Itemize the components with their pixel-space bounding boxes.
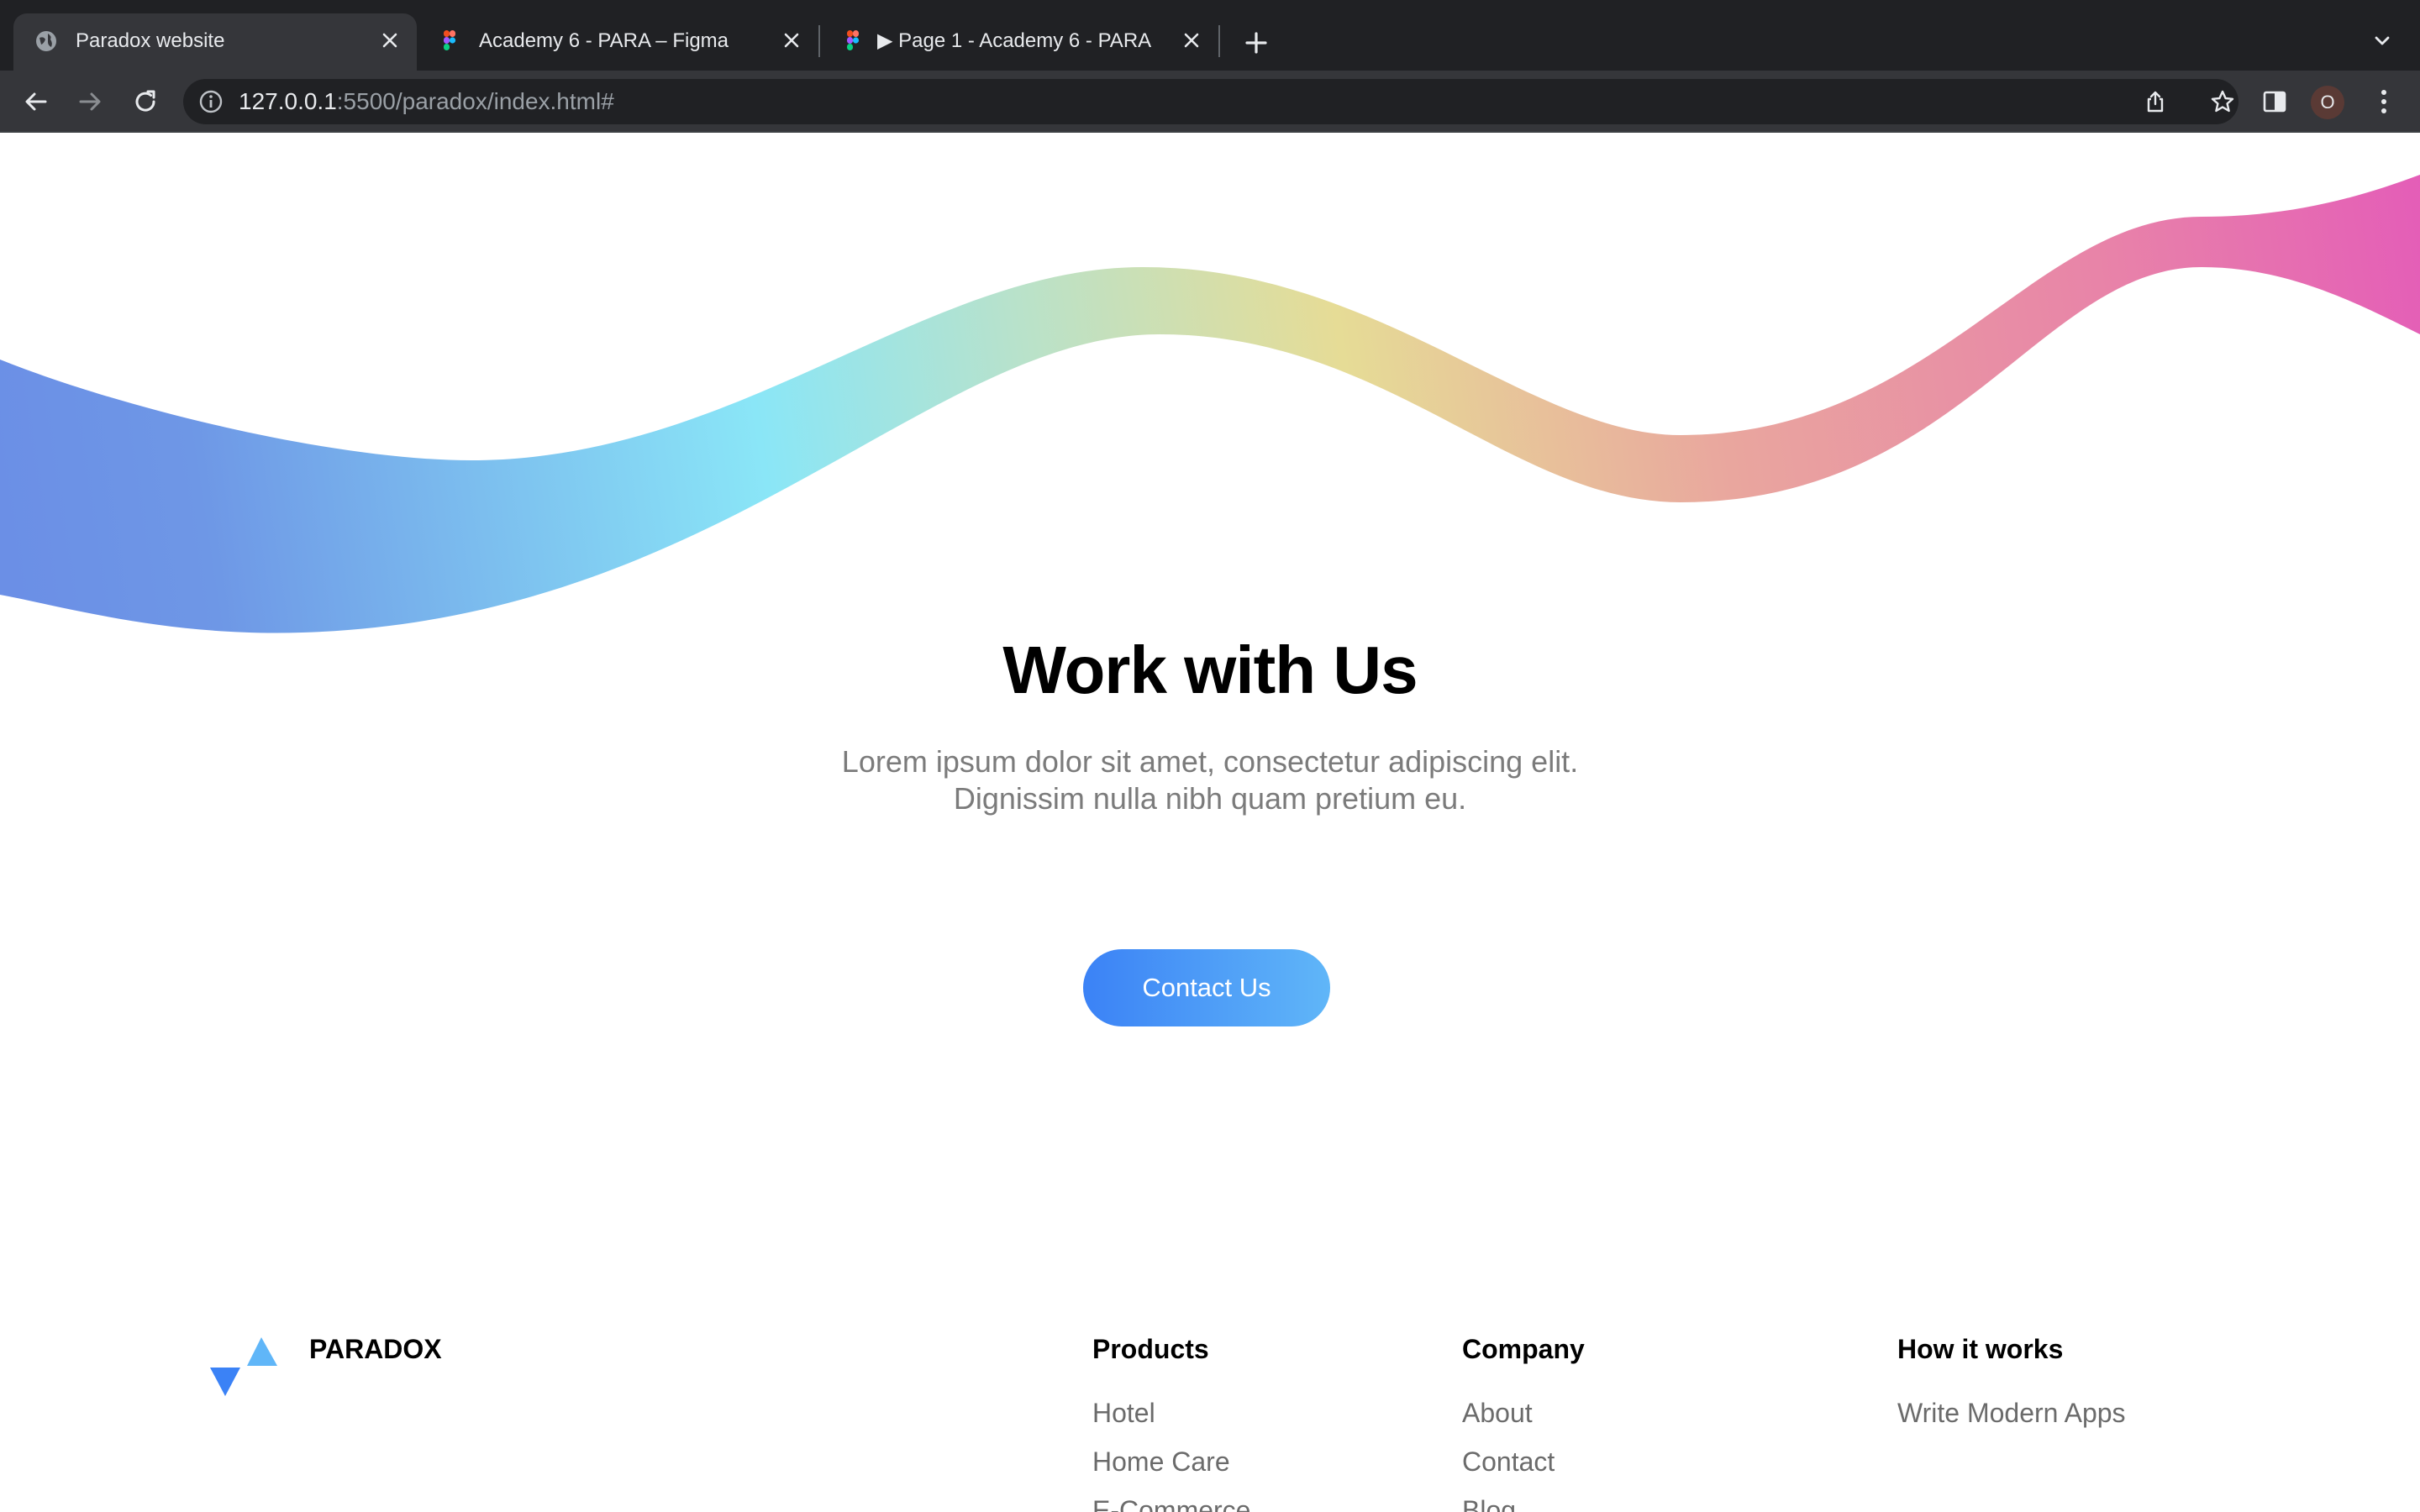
close-tab-icon[interactable] xyxy=(1176,25,1207,55)
hero-subtitle-line-2: Dignissim nulla nibh quam pretium eu. xyxy=(953,781,1467,816)
reload-icon[interactable] xyxy=(128,84,163,119)
footer-column-title: Products xyxy=(1092,1334,1209,1364)
footer-column-how-it-works: How it works Write Modern Apps xyxy=(1897,1332,2126,1428)
page-viewport: Work with Us Lorem ipsum dolor sit amet,… xyxy=(0,133,2420,1512)
footer-link-write-modern-apps[interactable]: Write Modern Apps xyxy=(1897,1396,2126,1430)
paradox-logo-icon[interactable] xyxy=(210,1337,279,1396)
footer-column-title: How it works xyxy=(1897,1334,2064,1364)
contact-us-button[interactable]: Contact Us xyxy=(1083,949,1330,1026)
forward-arrow-icon[interactable] xyxy=(72,84,108,119)
figma-icon xyxy=(847,30,860,50)
browser-tab-bar: Paradox website Academy 6 - PARA – Figma… xyxy=(0,0,2420,71)
footer-column-company: Company About Contact Blog xyxy=(1462,1332,1585,1512)
footer-link-e-commerce[interactable]: E-Commerce xyxy=(1092,1494,1250,1512)
side-panel-icon[interactable] xyxy=(2257,84,2292,119)
footer-brand[interactable]: PARADOX xyxy=(309,1332,442,1366)
close-tab-icon[interactable] xyxy=(375,25,405,55)
menu-kebab-icon[interactable] xyxy=(2366,84,2402,119)
browser-toolbar: 127.0.0.1:5500/paradox/index.html# O xyxy=(0,71,2420,133)
url-path: :5500/paradox/index.html# xyxy=(336,88,614,114)
tab-title: Paradox website xyxy=(76,29,225,52)
tab-academy-figma[interactable]: Academy 6 - PARA – Figma xyxy=(417,13,820,71)
tab-paradox-website[interactable]: Paradox website xyxy=(13,13,417,71)
hero-subtitle: Lorem ipsum dolor sit amet, consectetur … xyxy=(790,743,1630,817)
new-tab-icon[interactable] xyxy=(1239,25,1274,60)
tab-title: Academy 6 - PARA – Figma xyxy=(479,29,729,52)
globe-icon xyxy=(36,31,56,51)
bookmark-star-icon[interactable] xyxy=(2208,87,2237,116)
footer-column-title: Company xyxy=(1462,1334,1585,1364)
footer-link-about[interactable]: About xyxy=(1462,1396,1533,1430)
address-bar[interactable]: 127.0.0.1:5500/paradox/index.html# xyxy=(183,79,2238,124)
gradient-wave-decoration xyxy=(0,175,2420,633)
footer-link-hotel[interactable]: Hotel xyxy=(1092,1396,1155,1430)
url-host: 127.0.0.1 xyxy=(239,88,337,114)
footer-column-products: Products Hotel Home Care E-Commerce xyxy=(1092,1332,1250,1512)
share-icon[interactable] xyxy=(2141,87,2170,116)
tab-title: ▶ Page 1 - Academy 6 - PARA xyxy=(877,29,1152,52)
profile-avatar[interactable]: O xyxy=(2311,86,2344,119)
page-title: Work with Us xyxy=(1002,633,1418,707)
tab-search-chevron-icon[interactable] xyxy=(2365,24,2400,59)
back-arrow-icon[interactable] xyxy=(18,84,54,119)
footer-link-contact[interactable]: Contact xyxy=(1462,1445,1555,1478)
url-text[interactable]: 127.0.0.1:5500/paradox/index.html# xyxy=(239,87,614,117)
tab-page1-figma[interactable]: ▶ Page 1 - Academy 6 - PARA xyxy=(820,13,1222,71)
close-tab-icon[interactable] xyxy=(776,25,807,55)
tab-separator xyxy=(1218,25,1220,57)
footer-link-blog[interactable]: Blog xyxy=(1462,1494,1516,1512)
figma-icon xyxy=(444,30,456,50)
hero-subtitle-line-1: Lorem ipsum dolor sit amet, consectetur … xyxy=(841,744,1579,779)
footer-link-home-care[interactable]: Home Care xyxy=(1092,1445,1230,1478)
site-info-icon[interactable] xyxy=(198,89,224,114)
